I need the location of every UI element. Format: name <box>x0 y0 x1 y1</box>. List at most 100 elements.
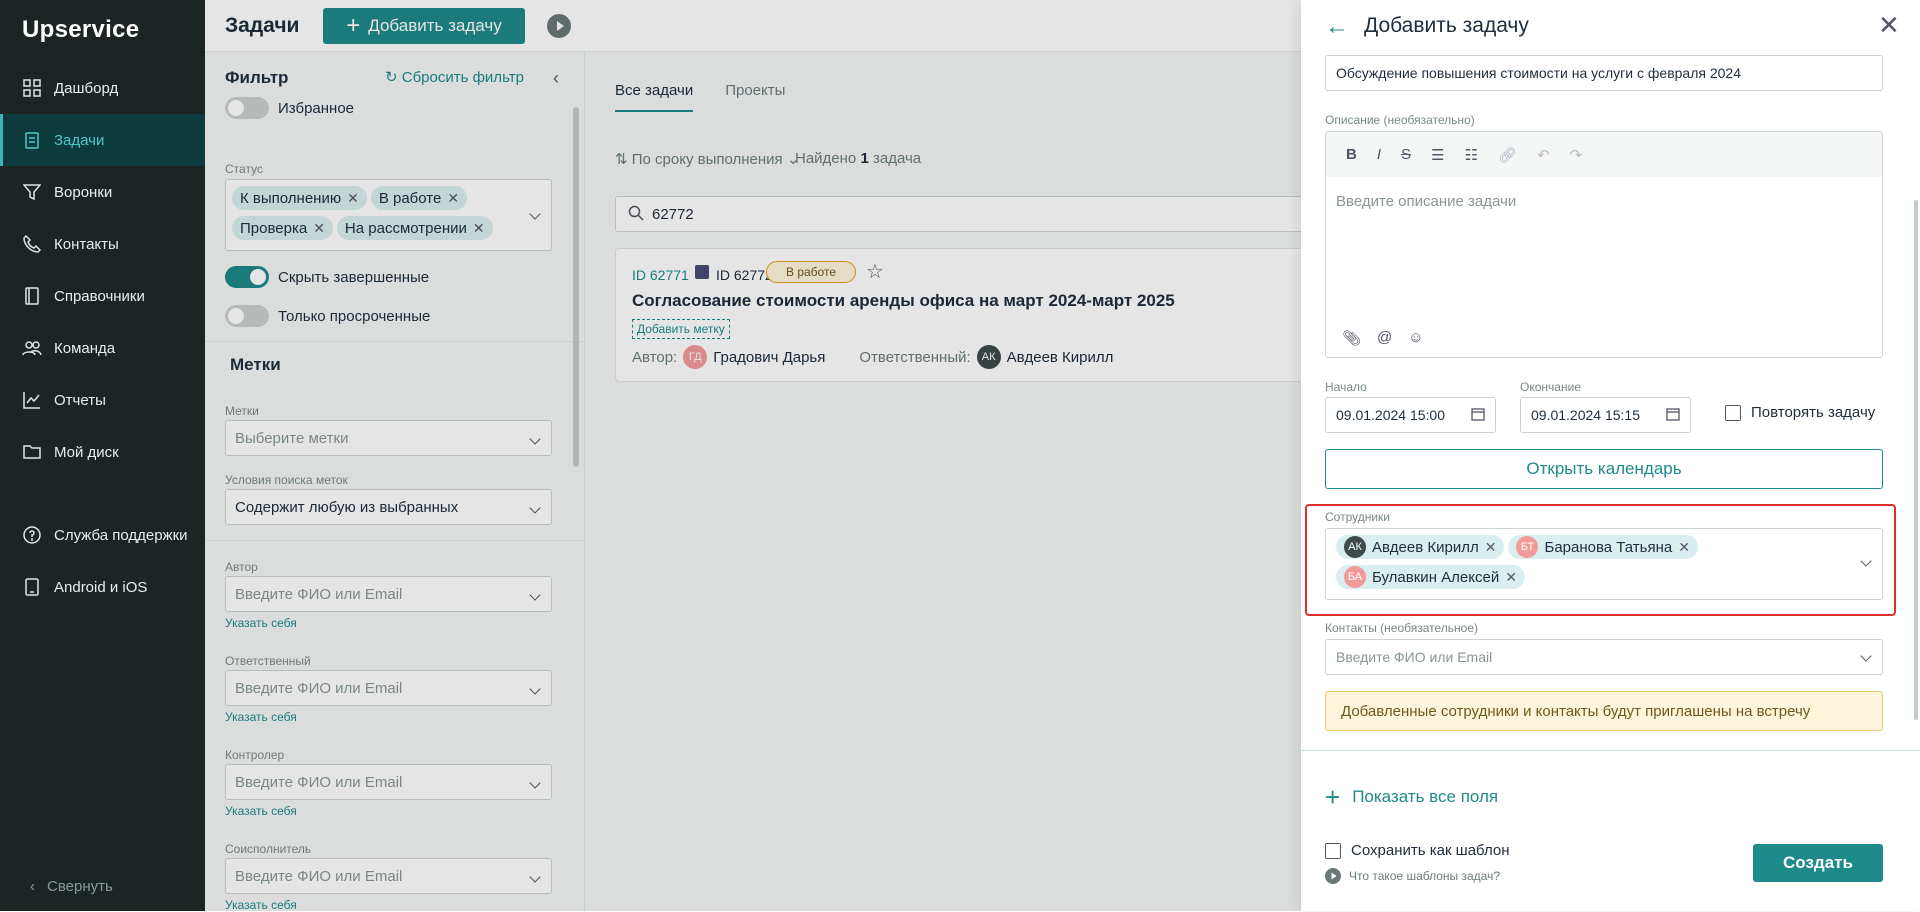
filter-panel: Фильтр ↻ Сбросить фильтр ‹ Избранное Ста… <box>205 52 585 912</box>
attach-icon[interactable]: 📎︎ <box>1342 329 1361 347</box>
sort-dropdown[interactable]: ⇅ По сроку выполнения ⌄ <box>615 150 799 168</box>
parent-task-id[interactable]: ID 62771 <box>632 267 689 283</box>
only-overdue-toggle[interactable] <box>225 305 269 327</box>
contacts-input[interactable]: Введите ФИО или Email <box>1325 639 1883 675</box>
play-icon[interactable] <box>547 14 571 38</box>
sidebar-item-contacts[interactable]: Контакты <box>0 218 205 270</box>
task-name-input[interactable]: Обсуждение повышения стоимости на услуги… <box>1325 55 1883 91</box>
coexec-input[interactable]: Введите ФИО или Email <box>225 858 552 894</box>
tab-projects[interactable]: Проекты <box>725 82 785 112</box>
set-me-link[interactable]: Указать себя <box>225 710 297 724</box>
play-icon <box>1325 868 1341 884</box>
resp-name: Авдеев Кирилл <box>1006 348 1114 366</box>
status-chip: К выполнению ✕ <box>232 186 367 210</box>
avatar: АК <box>976 345 1001 369</box>
redo-icon[interactable]: ↷ <box>1570 146 1583 164</box>
tags-label: Метки <box>225 404 259 418</box>
sidebar-item-directories[interactable]: Справочники <box>0 270 205 322</box>
mention-icon[interactable]: @ <box>1377 329 1392 347</box>
sidebar-item-disk[interactable]: Мой диск <box>0 426 205 478</box>
arrow-left-icon[interactable]: ← <box>1325 13 1349 41</box>
funnel-icon <box>22 182 42 202</box>
sidebar-item-dashboard[interactable]: Дашборд <box>0 62 205 114</box>
reset-filter-link[interactable]: ↻ Сбросить фильтр <box>385 68 524 86</box>
cond-value: Содержит любую из выбранных <box>235 498 459 516</box>
repeat-checkbox[interactable]: Повторять задачу <box>1725 404 1875 421</box>
filter-scrollbar[interactable] <box>573 107 579 467</box>
app-logo[interactable]: Upservice <box>22 16 139 44</box>
bold-icon[interactable]: B <box>1346 146 1357 163</box>
tab-all-tasks[interactable]: Все задачи <box>615 82 694 112</box>
numbered-list-icon[interactable]: ☷ <box>1464 146 1477 164</box>
sidebar-item-tasks[interactable]: Задачи <box>0 114 205 166</box>
undo-icon[interactable]: ↶ <box>1537 146 1550 164</box>
close-icon[interactable]: ✕ <box>473 220 485 237</box>
sidebar-item-label: Справочники <box>54 287 145 305</box>
link-icon[interactable]: 🔗︎ <box>1498 146 1517 164</box>
repeat-label: Повторять задачу <box>1751 404 1876 421</box>
status-select[interactable]: К выполнению ✕ В работе ✕ Проверка ✕ На рассмо… <box>225 179 552 251</box>
strikethrough-icon[interactable]: S <box>1401 146 1411 163</box>
divider <box>205 341 585 342</box>
tags-select[interactable]: Выберите метки <box>225 420 552 456</box>
folder-icon <box>22 442 42 462</box>
close-icon[interactable]: ✕ <box>447 190 459 207</box>
calendar-icon[interactable] <box>1666 407 1680 424</box>
add-task-label: Добавить задачу <box>368 16 502 35</box>
sidebar: Upservice Дашборд Задачи Воронки Контакт… <box>0 0 205 911</box>
save-template-checkbox[interactable]: Сохранить как шаблон <box>1325 842 1510 859</box>
favorites-toggle[interactable] <box>225 97 269 119</box>
what-templates-link[interactable]: Что такое шаблоны задач? <box>1325 868 1500 884</box>
italic-icon[interactable]: I <box>1377 146 1381 163</box>
task-card[interactable]: ID 62771 ID 62772 В работе ☆ Согласовани… <box>615 248 1415 382</box>
add-task-panel: ← Добавить задачу ✕ Обсуждение повышения… <box>1301 0 1920 911</box>
sidebar-item-mobile[interactable]: Android и iOS <box>0 561 205 613</box>
task-title[interactable]: Согласование стоимости аренды офиса на м… <box>632 291 1175 311</box>
desc-label: Описание (необязательно) <box>1325 113 1475 127</box>
add-tag-button[interactable]: Добавить метку <box>632 319 730 339</box>
bullet-list-icon[interactable]: ☰ <box>1431 146 1444 164</box>
open-calendar-button[interactable]: Открыть календарь <box>1325 449 1883 489</box>
description-placeholder: Введите описание задачи <box>1336 193 1517 210</box>
checkbox[interactable] <box>1325 842 1341 859</box>
add-task-button[interactable]: + Добавить задачу <box>323 8 525 44</box>
panel-scrollbar[interactable] <box>1914 200 1918 720</box>
panel-header: ← Добавить задачу ✕ <box>1301 0 1920 52</box>
mobile-icon <box>22 577 42 597</box>
set-me-link[interactable]: Указать себя <box>225 898 297 912</box>
collapse-sidebar-button[interactable]: ‹ Свернуть <box>30 878 113 895</box>
sidebar-item-team[interactable]: Команда <box>0 322 205 374</box>
sidebar-item-reports[interactable]: Отчеты <box>0 374 205 426</box>
what-templates-label: Что такое шаблоны задач? <box>1349 869 1501 883</box>
task-id: ID 62772 <box>716 267 773 283</box>
star-icon[interactable]: ☆ <box>866 259 884 284</box>
sidebar-item-label: Дашборд <box>54 79 119 97</box>
cond-select[interactable]: Содержит любую из выбранных <box>225 489 552 525</box>
close-icon[interactable]: ✕ <box>1878 10 1900 41</box>
set-me-link[interactable]: Указать себя <box>225 804 297 818</box>
create-button[interactable]: Создать <box>1753 844 1883 882</box>
close-icon[interactable]: ✕ <box>347 190 359 207</box>
team-icon <box>22 338 42 358</box>
checkbox[interactable] <box>1725 404 1741 421</box>
description-editor[interactable]: B I S ☰ ☷ 🔗︎ ↶ ↷ Введите описание задачи… <box>1325 131 1883 358</box>
emoji-icon[interactable]: ☺ <box>1408 329 1423 347</box>
sidebar-item-support[interactable]: Служба поддержки <box>0 509 205 561</box>
sort-label: По сроку выполнения <box>631 151 783 168</box>
author-input[interactable]: Введите ФИО или Email <box>225 576 552 612</box>
end-date-input[interactable]: 09.01.2024 15:15 <box>1520 397 1691 433</box>
start-date-input[interactable]: 09.01.2024 15:00 <box>1325 397 1496 433</box>
status-badge[interactable]: В работе <box>766 261 856 283</box>
responsible-input[interactable]: Введите ФИО или Email <box>225 670 552 706</box>
author-name: Градович Дарья <box>713 348 826 366</box>
sidebar-item-funnels[interactable]: Воронки <box>0 166 205 218</box>
plus-icon: + <box>346 12 361 39</box>
calendar-icon[interactable] <box>1471 407 1485 424</box>
show-all-fields-button[interactable]: + Показать все поля <box>1325 784 1498 810</box>
search-input[interactable]: 62772 <box>615 196 1415 232</box>
chevron-left-icon[interactable]: ‹ <box>553 68 559 89</box>
set-me-link[interactable]: Указать себя <box>225 616 297 630</box>
close-icon[interactable]: ✕ <box>313 220 325 237</box>
controller-input[interactable]: Введите ФИО или Email <box>225 764 552 800</box>
hide-done-toggle[interactable] <box>225 266 269 288</box>
